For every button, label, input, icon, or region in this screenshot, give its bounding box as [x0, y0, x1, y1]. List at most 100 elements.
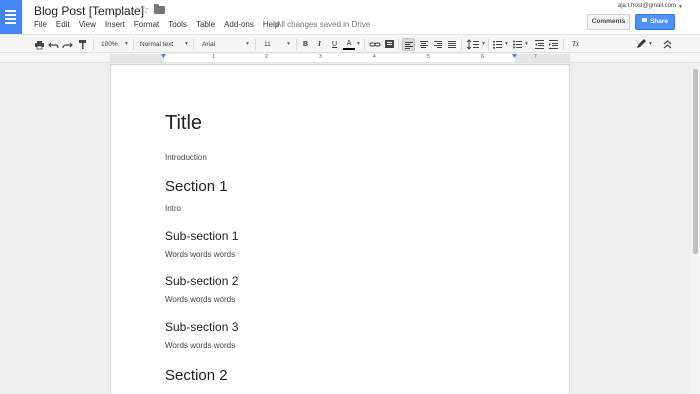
- menu-addons[interactable]: Add-ons: [224, 20, 254, 29]
- menu-bar: File Edit View Insert Format Tools Table…: [34, 20, 288, 29]
- collapse-icon[interactable]: [662, 38, 673, 51]
- app-header: Blog Post [Template] ☆ File Edit View In…: [0, 0, 700, 34]
- save-status: All changes saved in Drive: [276, 20, 371, 29]
- doc-section-1-text[interactable]: Intro: [165, 204, 181, 213]
- doc-subsection-3-heading[interactable]: Sub-section 3: [165, 320, 238, 334]
- toolbar: 100% ▼ Normal text ▼ Arial ▼ 11 ▼ B I U A ▼ …: [0, 34, 700, 53]
- toolbar-divider: [398, 39, 399, 50]
- toolbar-divider: [461, 39, 462, 50]
- chevron-down-icon: ▼: [124, 41, 129, 47]
- doc-section-1-heading[interactable]: Section 1: [165, 178, 228, 195]
- italic-button[interactable]: I: [314, 38, 325, 51]
- doc-subsection-2-text[interactable]: Words words words: [165, 295, 235, 304]
- bulleted-list-icon[interactable]: [512, 38, 523, 51]
- font-size-select[interactable]: 11 ▼: [264, 38, 291, 51]
- doc-section-2-heading[interactable]: Section 2: [165, 367, 228, 384]
- doc-subsection-3-text[interactable]: Words words words: [165, 341, 235, 350]
- toolbar-divider: [488, 39, 489, 50]
- menu-view[interactable]: View: [79, 20, 96, 29]
- increase-indent-icon[interactable]: [548, 38, 559, 51]
- folder-icon[interactable]: [154, 4, 165, 14]
- share-button[interactable]: Share: [635, 14, 675, 30]
- menu-insert[interactable]: Insert: [105, 20, 125, 29]
- zoom-select[interactable]: 100% ▼: [101, 38, 129, 51]
- ruler-track[interactable]: [110, 54, 570, 62]
- align-right-button[interactable]: [432, 38, 443, 51]
- menu-file[interactable]: File: [34, 20, 47, 29]
- toolbar-divider: [296, 39, 297, 50]
- toolbar-divider: [133, 39, 134, 50]
- toolbar-divider: [255, 39, 256, 50]
- doc-subsection-1-heading[interactable]: Sub-section 1: [165, 229, 238, 243]
- zoom-value: 100%: [101, 41, 118, 48]
- chevron-down-icon[interactable]: ▼: [504, 38, 509, 51]
- ruler-right-margin: [515, 54, 570, 62]
- font-size-value: 11: [264, 41, 271, 48]
- doc-subsection-1-text[interactable]: Words words words: [165, 250, 235, 259]
- redo-icon[interactable]: [62, 38, 73, 51]
- menu-table[interactable]: Table: [196, 20, 215, 29]
- ruler-number: 4: [373, 54, 376, 60]
- document-canvas: Title Introduction Section 1 Intro Sub-s…: [0, 63, 700, 394]
- ruler-left-margin: [110, 54, 164, 62]
- ruler-number: 2: [265, 54, 268, 60]
- text-color-button[interactable]: A: [343, 38, 355, 50]
- docs-home-icon[interactable]: [0, 0, 22, 34]
- toolbar-divider: [364, 39, 365, 50]
- link-icon[interactable]: [369, 38, 381, 51]
- share-label: Share: [649, 18, 669, 25]
- menu-tools[interactable]: Tools: [168, 20, 187, 29]
- scrollbar-thumb[interactable]: [693, 69, 698, 254]
- font-value: Arial: [202, 41, 216, 48]
- print-icon[interactable]: [34, 38, 45, 51]
- document-title[interactable]: Blog Post [Template]: [34, 4, 144, 18]
- align-left-button[interactable]: [402, 38, 415, 51]
- ruler-number: 6: [481, 54, 484, 60]
- menu-edit[interactable]: Edit: [56, 20, 70, 29]
- chevron-down-icon[interactable]: ▼: [648, 38, 653, 51]
- clear-formatting-button[interactable]: Tx: [569, 38, 582, 51]
- chevron-down-icon: ▼: [184, 41, 189, 47]
- ruler: 1 2 3 4 5 6 7: [0, 53, 700, 63]
- chevron-down-icon: ▼: [245, 41, 250, 47]
- align-center-icon: [419, 40, 428, 49]
- toolbar-divider: [563, 39, 564, 50]
- comment-icon[interactable]: [384, 38, 395, 51]
- bold-button[interactable]: B: [300, 38, 311, 51]
- style-value: Normal text: [140, 41, 174, 48]
- toolbar-divider: [193, 39, 194, 50]
- menu-format[interactable]: Format: [134, 20, 159, 29]
- toolbar-divider: [93, 39, 94, 50]
- decrease-indent-icon[interactable]: [534, 38, 545, 51]
- chevron-down-icon[interactable]: ▼: [356, 38, 361, 51]
- ruler-number: 7: [534, 54, 537, 60]
- chevron-down-icon: ▼: [286, 41, 291, 47]
- ruler-number: 1: [212, 54, 215, 60]
- chevron-down-icon[interactable]: ▼: [481, 38, 486, 51]
- doc-intro-text[interactable]: Introduction: [165, 153, 207, 162]
- paint-format-icon[interactable]: [77, 38, 88, 51]
- align-right-icon: [433, 40, 442, 49]
- pencil-icon[interactable]: [635, 38, 647, 51]
- comments-button[interactable]: Comments: [587, 14, 630, 30]
- ruler-number: 3: [319, 54, 322, 60]
- underline-button[interactable]: U: [329, 38, 340, 51]
- line-spacing-icon[interactable]: [466, 38, 480, 51]
- align-left-icon: [404, 41, 413, 50]
- justify-icon: [447, 40, 456, 49]
- style-select[interactable]: Normal text ▼: [140, 38, 189, 51]
- align-center-button[interactable]: [418, 38, 429, 51]
- doc-title-heading[interactable]: Title: [165, 112, 202, 135]
- justify-button[interactable]: [446, 38, 457, 51]
- star-icon[interactable]: ☆: [138, 3, 150, 17]
- doc-subsection-2-heading[interactable]: Sub-section 2: [165, 274, 238, 288]
- chevron-down-icon[interactable]: ▼: [524, 38, 529, 51]
- account-email[interactable]: aja.t.frost@gmail.com: [618, 3, 676, 9]
- lock-icon: [641, 18, 647, 23]
- document-page[interactable]: Title Introduction Section 1 Intro Sub-s…: [110, 64, 570, 394]
- chevron-down-icon[interactable]: ▼: [678, 4, 683, 10]
- ruler-number: 5: [427, 54, 430, 60]
- undo-icon[interactable]: [48, 38, 59, 51]
- font-select[interactable]: Arial ▼: [202, 38, 250, 51]
- numbered-list-icon[interactable]: [492, 38, 503, 51]
